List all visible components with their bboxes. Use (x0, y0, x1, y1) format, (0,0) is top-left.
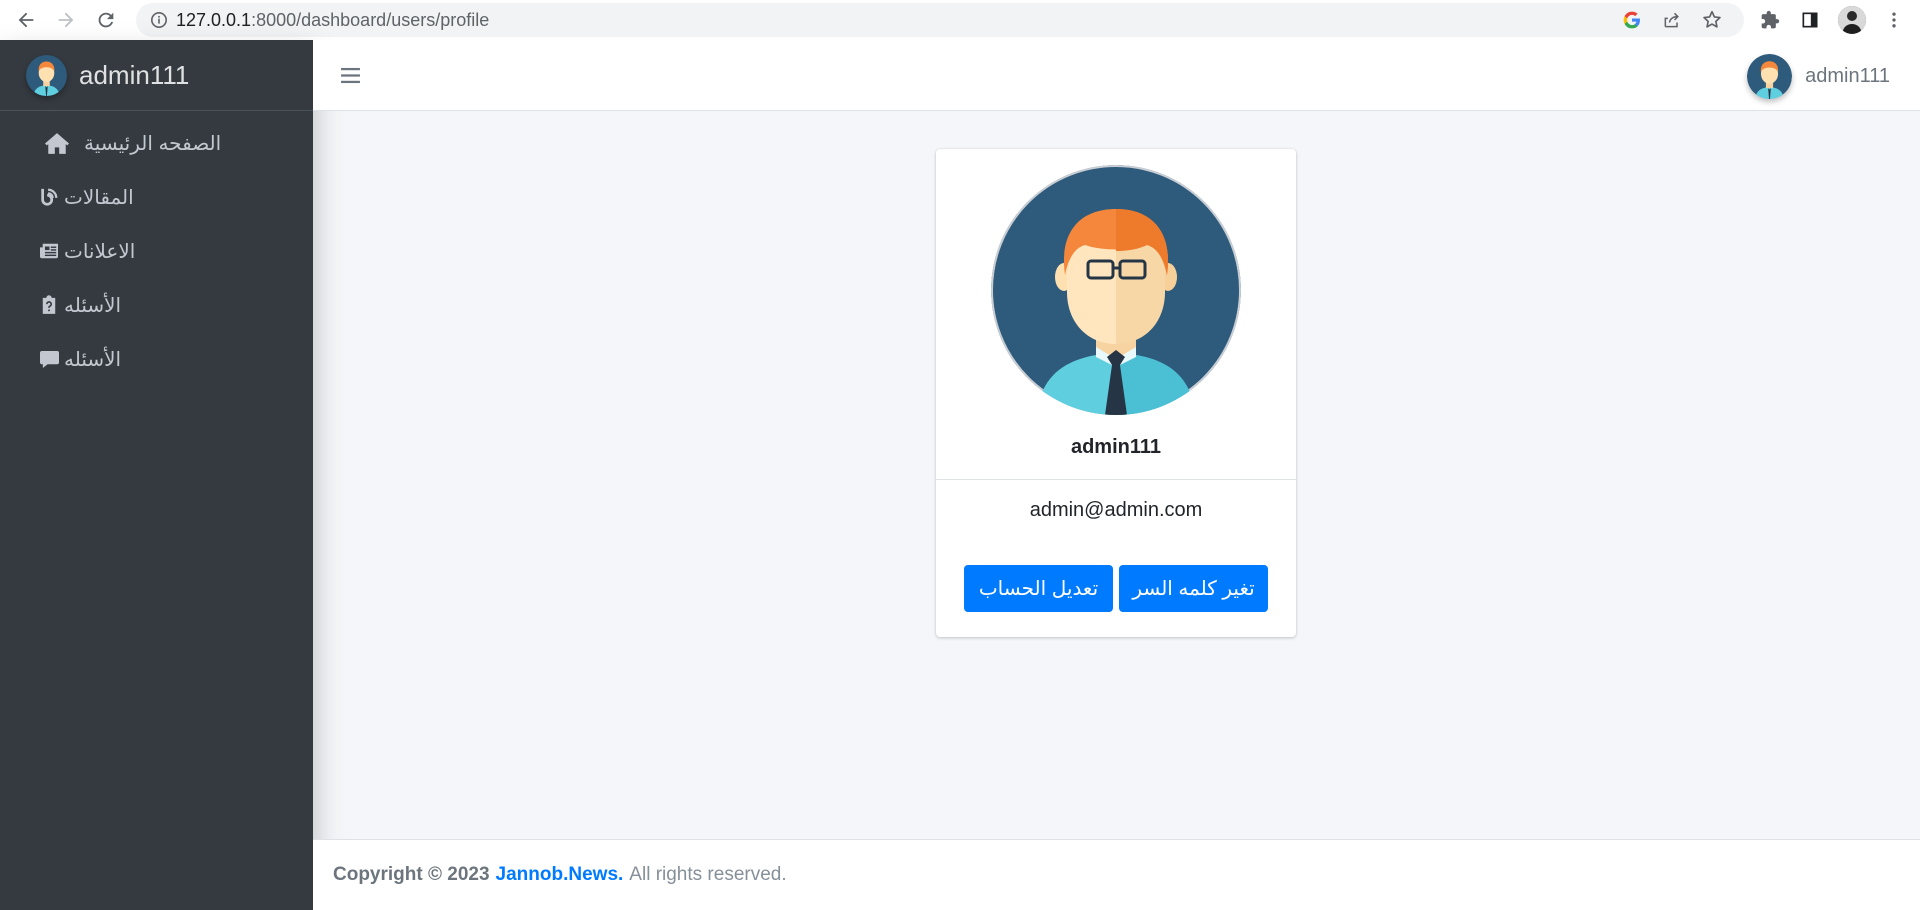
url-path: :8000/dashboard/users/profile (251, 9, 490, 30)
browser-toolbar: 127.0.0.1:8000/dashboard/users/profile (0, 0, 1920, 40)
profile-name: admin111 (1070, 436, 1162, 458)
sidebar-item-articles[interactable]: المقالات (0, 170, 313, 224)
share-icon[interactable] (1660, 8, 1684, 32)
footer-copyright: Copyright © 2023 (333, 864, 490, 885)
bookmark-star-icon[interactable] (1700, 8, 1724, 32)
sidebar-item-label: الأسئله (64, 294, 122, 317)
address-bar[interactable]: 127.0.0.1:8000/dashboard/users/profile (136, 3, 1744, 37)
user-avatar (1747, 53, 1793, 99)
sidebar-item-label: المقالات (64, 186, 134, 209)
header-username: admin111 (1805, 64, 1890, 87)
sidebar-item-questions[interactable]: الأسئله (0, 278, 313, 332)
footer-rights: All rights reserved. (629, 864, 787, 885)
profile-avatar (991, 165, 1241, 415)
brand-avatar (26, 54, 67, 96)
newspaper-icon (38, 240, 60, 262)
extensions-icon[interactable] (1758, 8, 1782, 32)
footer: Copyright © 2023 Jannob.News. All rights… (313, 839, 1920, 910)
sidebar-item-ads[interactable]: الاعلانات (0, 224, 313, 278)
sidebar-menu: الصفحه الرئيسية المقالات الاعلانات الأسئ… (0, 111, 313, 386)
clipboard-question-icon (38, 294, 60, 316)
menu-toggle-icon[interactable] (337, 62, 363, 88)
brand-username: admin111 (79, 59, 190, 90)
sidebar: admin111 الصفحه الرئيسية المقالات الاعلا… (0, 40, 313, 910)
profile-email: admin@admin.com (1029, 499, 1203, 521)
home-icon (42, 130, 72, 156)
sidebar-item-questions-comments[interactable]: الأسئله (0, 332, 313, 386)
sidebar-item-home[interactable]: الصفحه الرئيسية (0, 116, 313, 170)
change-password-button[interactable]: تغير كلمه السر (1119, 565, 1268, 612)
side-panel-icon[interactable] (1798, 8, 1822, 32)
google-icon[interactable] (1620, 8, 1644, 32)
site-info-icon[interactable] (142, 3, 176, 37)
browser-profile-avatar[interactable] (1838, 6, 1866, 34)
url-text: 127.0.0.1:8000/dashboard/users/profile (176, 10, 489, 31)
profile-card: admin111 admin@admin.com تعديل الحساب تغ… (936, 149, 1296, 637)
sidebar-item-label: الاعلانات (64, 240, 136, 263)
edit-account-button[interactable]: تعديل الحساب (964, 565, 1113, 612)
back-icon[interactable] (6, 0, 46, 40)
sidebar-brand[interactable]: admin111 (0, 40, 313, 111)
comment-icon (38, 348, 60, 370)
url-host: 127.0.0.1 (176, 9, 252, 30)
reload-icon[interactable] (86, 0, 126, 40)
sidebar-item-label: الأسئله (64, 348, 122, 371)
sidebar-item-label: الصفحه الرئيسية (84, 132, 222, 155)
browser-actions (1620, 0, 1920, 40)
browser-menu-icon[interactable] (1882, 8, 1906, 32)
top-navbar: admin111 (313, 40, 1920, 111)
forward-icon[interactable] (46, 0, 86, 40)
user-menu[interactable]: admin111 (1747, 51, 1890, 101)
card-divider (936, 479, 1296, 480)
footer-brand-link[interactable]: Jannob.News. (496, 864, 624, 886)
blog-icon (38, 186, 60, 208)
